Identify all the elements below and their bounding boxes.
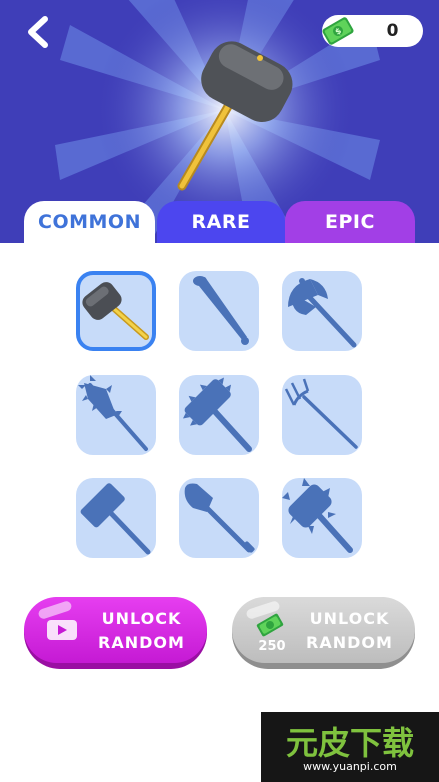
- sledgehammer-preview: [177, 41, 293, 191]
- tab-epic[interactable]: EPIC: [285, 201, 415, 243]
- spiked-hammer-icon: [182, 377, 252, 452]
- tab-rare[interactable]: RARE: [157, 201, 285, 243]
- spiked-club-icon: [78, 375, 148, 451]
- battle-axe-icon: [288, 278, 357, 348]
- currency-value: 0: [386, 21, 399, 41]
- currency-counter: $ 0: [322, 15, 423, 47]
- grid-item-baseball-bat[interactable]: [179, 271, 259, 351]
- grid-item-shovel[interactable]: [179, 478, 259, 558]
- back-button[interactable]: [18, 12, 58, 52]
- pitchfork-icon: [284, 378, 358, 449]
- grid-item-spiked-club[interactable]: [76, 375, 156, 455]
- unlock-random-cash-button[interactable]: 250 UNLOCK RANDOM: [232, 597, 415, 669]
- unlock-cash-line1: UNLOCK: [309, 609, 390, 628]
- grid-item-sledgehammer[interactable]: [76, 271, 156, 351]
- unlock-cash-line2: RANDOM: [306, 633, 393, 652]
- grid-item-mallet[interactable]: [76, 478, 156, 558]
- chevron-left-icon: [28, 16, 48, 48]
- grid-item-pitchfork[interactable]: [282, 375, 362, 455]
- unlock-price: 250: [258, 639, 286, 654]
- baseball-bat-icon: [193, 276, 249, 345]
- mallet-icon: [80, 483, 151, 555]
- video-play-icon: [47, 620, 77, 640]
- watermark: 元皮下载 www.yuanpi.com: [261, 712, 439, 782]
- unlock-video-line2: RANDOM: [98, 633, 185, 652]
- unlock-random-video-button[interactable]: UNLOCK RANDOM: [24, 597, 207, 669]
- sledgehammer-icon: [82, 282, 149, 340]
- grid-item-spiked-hammer[interactable]: [179, 375, 259, 455]
- cash-icon: $: [322, 17, 354, 45]
- watermark-logo: 元皮下载: [285, 724, 414, 762]
- spiked-mace-icon: [282, 478, 353, 553]
- unlock-video-line1: UNLOCK: [101, 609, 182, 628]
- tab-common[interactable]: COMMON: [24, 201, 155, 243]
- grid-item-battle-axe[interactable]: [282, 271, 362, 351]
- cash-icon: [256, 613, 284, 637]
- watermark-url: www.yuanpi.com: [303, 760, 397, 773]
- shovel-icon: [184, 483, 255, 553]
- grid-item-spiked-mace[interactable]: [282, 478, 362, 558]
